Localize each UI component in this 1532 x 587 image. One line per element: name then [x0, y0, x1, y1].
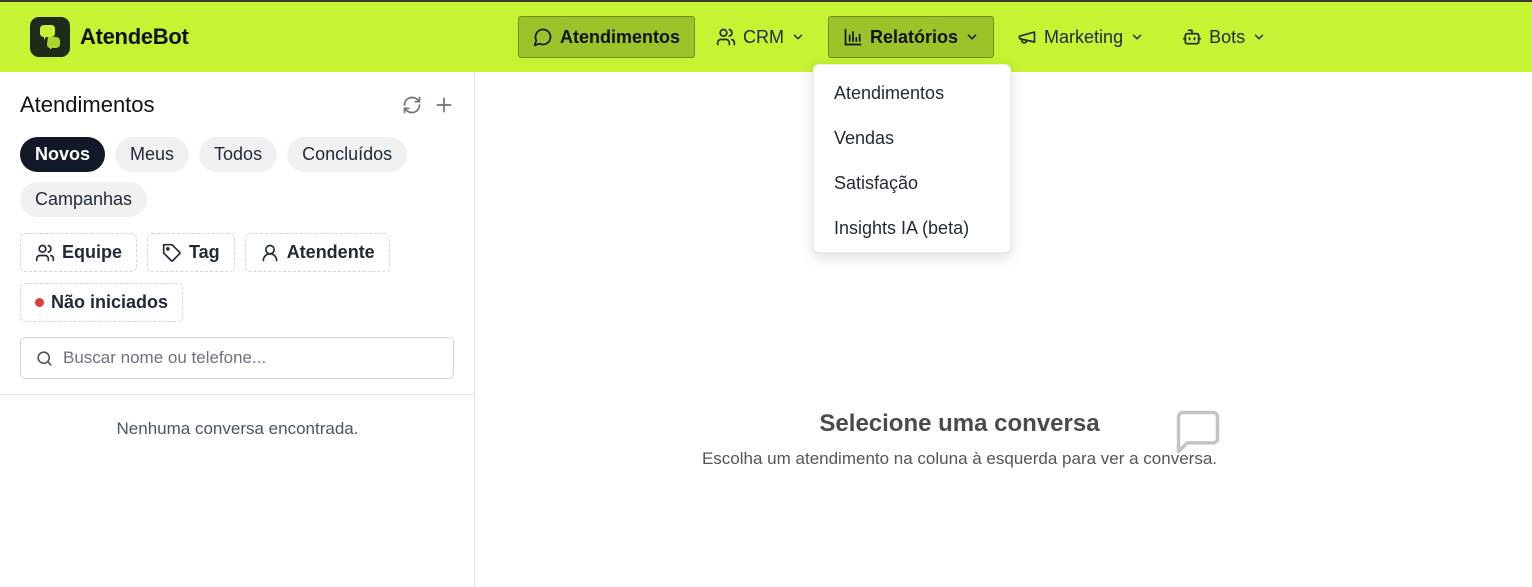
filter-tag[interactable]: Tag [147, 233, 235, 272]
tag-icon [162, 243, 181, 262]
tab-campanhas[interactable]: Campanhas [20, 182, 148, 217]
tab-todos[interactable]: Todos [199, 137, 278, 172]
nav-label: CRM [743, 26, 785, 47]
users-icon [716, 28, 736, 46]
filter-label: Atendente [286, 242, 375, 262]
menu-item-satisfacao[interactable]: Satisfação [814, 161, 1010, 206]
status-tabs: Novos Meus Todos Concluídos Campanhas [20, 137, 460, 217]
add-conversation-button[interactable] [433, 94, 455, 116]
nav-marketing[interactable]: Marketing [1002, 16, 1159, 58]
menu-item-insights-ia[interactable]: Insights IA (beta) [814, 206, 1010, 251]
search-icon [37, 350, 52, 366]
chevron-down-icon [793, 34, 803, 40]
sidebar-actions [401, 94, 455, 116]
search-input[interactable] [63, 348, 443, 368]
filter-atendente[interactable]: Atendente [244, 233, 390, 272]
bot-icon [1182, 29, 1202, 45]
filter-label: Tag [189, 242, 220, 262]
nav-label: Bots [1209, 26, 1246, 47]
megaphone-icon [1018, 31, 1036, 44]
empty-state-subtitle: Escolha um atendimento na coluna à esque… [701, 449, 1218, 468]
nav-label: Relatórios [870, 26, 959, 47]
empty-state-title: Selecione uma conversa [819, 410, 1100, 437]
refresh-icon [403, 96, 421, 114]
chevron-down-icon [967, 34, 977, 40]
sidebar-title: Atendimentos [20, 92, 155, 117]
plus-icon [436, 97, 452, 113]
nav-bots[interactable]: Bots [1167, 16, 1281, 58]
chevron-down-icon [1254, 34, 1264, 40]
nav-crm[interactable]: CRM [701, 16, 820, 58]
nav-label: Atendimentos [560, 26, 681, 47]
user-icon [262, 244, 278, 261]
search-box [20, 337, 454, 379]
reports-dropdown: Atendimentos Vendas Satisfação Insights … [813, 64, 1011, 253]
chat-bubble-icon [533, 28, 552, 47]
app-logo[interactable]: AtendeBot [30, 17, 189, 57]
chevron-down-icon [1132, 34, 1142, 40]
conversations-sidebar: Atendimentos Novos Meus Todos Concluídos… [0, 72, 475, 587]
refresh-button[interactable] [401, 94, 423, 116]
tab-meus[interactable]: Meus [115, 137, 190, 172]
app-name: AtendeBot [80, 24, 189, 49]
divider [0, 394, 475, 395]
menu-item-atendimentos[interactable]: Atendimentos [814, 71, 1010, 116]
menu-item-vendas[interactable]: Vendas [814, 116, 1010, 161]
bar-chart-icon [844, 28, 862, 46]
tab-concluidos[interactable]: Concluídos [287, 137, 408, 172]
sidebar-header: Atendimentos [20, 92, 455, 118]
filter-label: Equipe [62, 242, 123, 262]
nav-relatorios[interactable]: Relatórios [828, 16, 995, 58]
main-nav: Atendimentos CRM Relatórios Marketing Bo… [518, 16, 1281, 58]
tab-novos[interactable]: Novos [20, 137, 106, 172]
filter-equipe[interactable]: Equipe [20, 233, 138, 272]
filter-nao-iniciados[interactable]: Não iniciados [20, 283, 184, 322]
status-dot [35, 298, 44, 307]
nav-atendimentos[interactable]: Atendimentos [518, 16, 696, 58]
logo-icon [30, 17, 70, 57]
filter-label: Não iniciados [51, 292, 169, 312]
filter-buttons: Equipe Tag Atendente Não iniciados [20, 233, 460, 322]
nav-label: Marketing [1044, 26, 1124, 47]
top-bar: AtendeBot Atendimentos CRM Relatórios Ma… [0, 0, 1532, 72]
users-icon [35, 244, 55, 261]
